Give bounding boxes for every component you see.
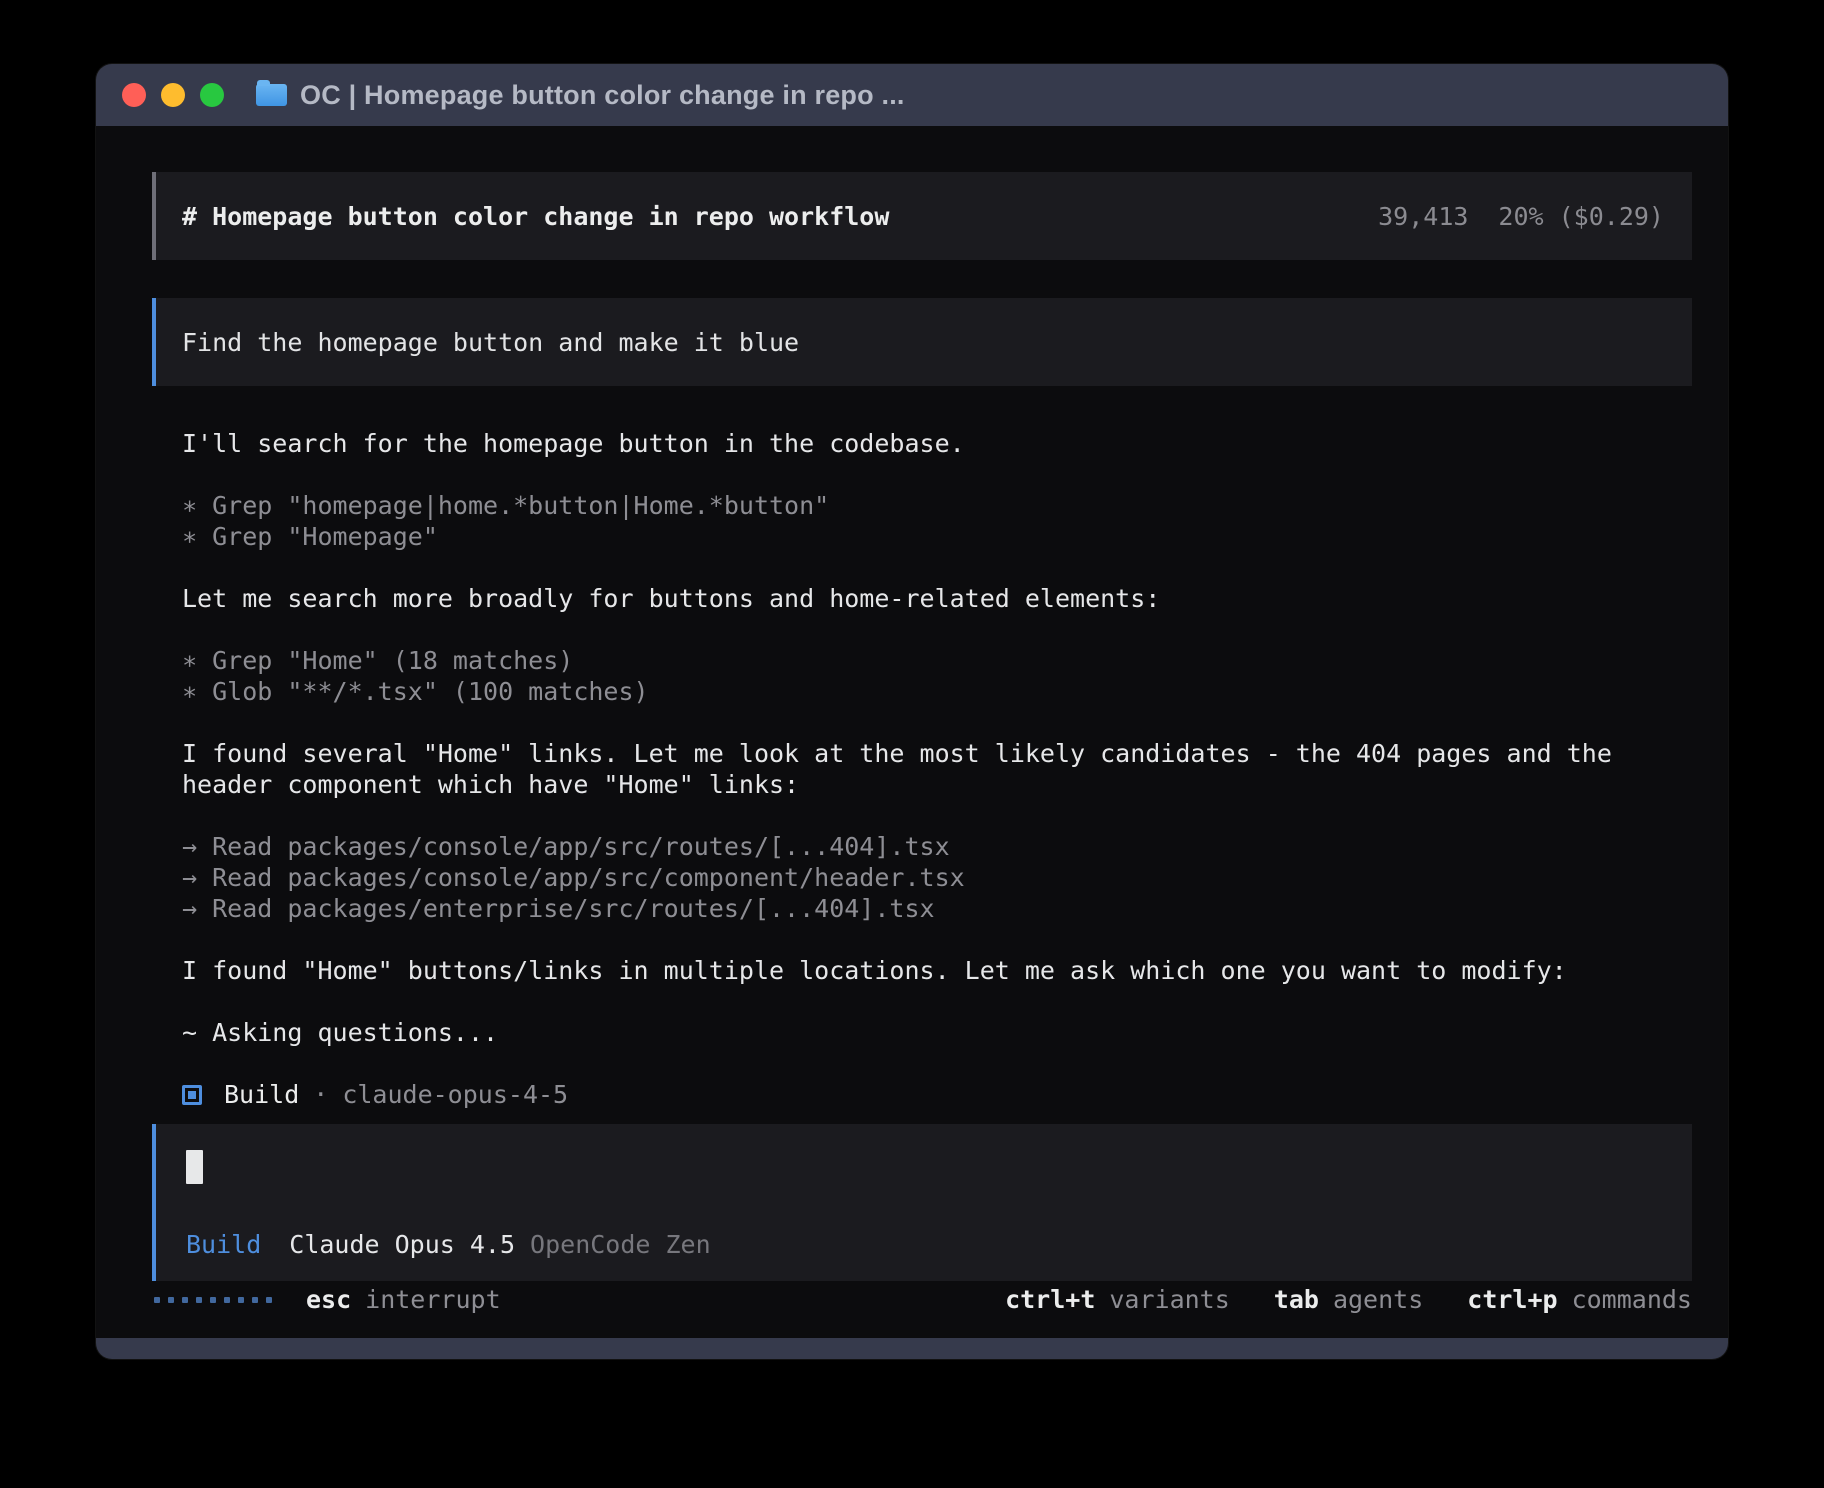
assistant-status: ~ Asking questions...: [182, 1017, 1692, 1048]
progress-dot: [168, 1297, 174, 1303]
progress-dot: [252, 1297, 258, 1303]
input-model-label[interactable]: Claude Opus 4.5: [289, 1230, 515, 1259]
tab-key-hint: tab: [1274, 1285, 1319, 1314]
agent-badge: Build · claude-opus-4-5: [182, 1079, 1692, 1110]
minimize-window-button[interactable]: [161, 83, 185, 107]
input-meta: Build Claude Opus 4.5 OpenCode Zen: [186, 1230, 1664, 1259]
progress-dot: [182, 1297, 188, 1303]
commands-action-label: commands: [1572, 1285, 1692, 1314]
model-name: claude-opus-4-5: [342, 1079, 568, 1110]
assistant-text: I'll search for the homepage button in t…: [182, 428, 1692, 459]
token-count: 39,413: [1378, 202, 1468, 231]
window-titlebar: OC | Homepage button color change in rep…: [96, 64, 1728, 126]
window-title: OC | Homepage button color change in rep…: [300, 80, 905, 111]
progress-dot: [154, 1297, 160, 1303]
interrupt-action-label: interrupt: [365, 1285, 500, 1314]
shortcut-variants: ctrl+t variants: [1005, 1285, 1230, 1314]
session-stats: 39,413 20% ($0.29): [1378, 202, 1664, 231]
agents-action-label: agents: [1333, 1285, 1423, 1314]
progress-dot: [210, 1297, 216, 1303]
assistant-text: Let me search more broadly for buttons a…: [182, 583, 1692, 614]
assistant-transcript: I'll search for the homepage button in t…: [182, 428, 1692, 1110]
assistant-text: I found several "Home" links. Let me loo…: [182, 738, 1692, 800]
esc-key-hint: esc: [306, 1285, 351, 1314]
text-cursor: [186, 1150, 203, 1184]
terminal-window: OC | Homepage button color change in rep…: [96, 64, 1728, 1359]
session-header: # Homepage button color change in repo w…: [152, 172, 1692, 260]
terminal-content: # Homepage button color change in repo w…: [96, 126, 1728, 1338]
progress-dots: [154, 1297, 272, 1303]
tool-call-glob: ∗ Glob "**/*.tsx" (100 matches): [182, 676, 1692, 707]
session-title: # Homepage button color change in repo w…: [182, 202, 889, 231]
context-usage: 20% ($0.29): [1498, 202, 1664, 231]
ctrl-p-key-hint: ctrl+p: [1467, 1285, 1557, 1314]
tool-call-read: → Read packages/console/app/src/routes/[…: [182, 831, 1692, 862]
progress-dot: [224, 1297, 230, 1303]
tool-call-grep: ∗ Grep "Homepage": [182, 521, 1692, 552]
prompt-input[interactable]: Build Claude Opus 4.5 OpenCode Zen: [152, 1124, 1692, 1281]
shortcut-agents: tab agents: [1274, 1285, 1423, 1314]
agent-name: Build: [224, 1079, 299, 1110]
status-right: ctrl+t variants tab agents ctrl+p comman…: [961, 1285, 1692, 1314]
progress-dot: [238, 1297, 244, 1303]
input-agent-label[interactable]: Build: [186, 1230, 261, 1259]
progress-dot: [196, 1297, 202, 1303]
progress-dot: [266, 1297, 272, 1303]
user-message: Find the homepage button and make it blu…: [152, 298, 1692, 386]
assistant-text: I found "Home" buttons/links in multiple…: [182, 955, 1692, 986]
status-left: esc interrupt: [154, 1285, 501, 1314]
shortcut-commands: ctrl+p commands: [1467, 1285, 1692, 1314]
separator-dot: ·: [313, 1079, 328, 1110]
user-message-text: Find the homepage button and make it blu…: [182, 328, 799, 357]
close-window-button[interactable]: [122, 83, 146, 107]
tool-call-grep: ∗ Grep "homepage|home.*button|Home.*butt…: [182, 490, 1692, 521]
window-bottom-chrome: [96, 1338, 1728, 1359]
variants-action-label: variants: [1109, 1285, 1229, 1314]
ctrl-t-key-hint: ctrl+t: [1005, 1285, 1095, 1314]
window-controls: [122, 83, 224, 107]
input-provider-label: OpenCode Zen: [530, 1230, 711, 1259]
tool-call-read: → Read packages/console/app/src/componen…: [182, 862, 1692, 893]
agent-build-icon: [182, 1085, 202, 1105]
zoom-window-button[interactable]: [200, 83, 224, 107]
folder-icon: [256, 84, 287, 106]
tool-call-grep: ∗ Grep "Home" (18 matches): [182, 645, 1692, 676]
tool-call-read: → Read packages/enterprise/src/routes/[.…: [182, 893, 1692, 924]
status-bar: esc interrupt ctrl+t variants tab agents…: [154, 1285, 1692, 1314]
